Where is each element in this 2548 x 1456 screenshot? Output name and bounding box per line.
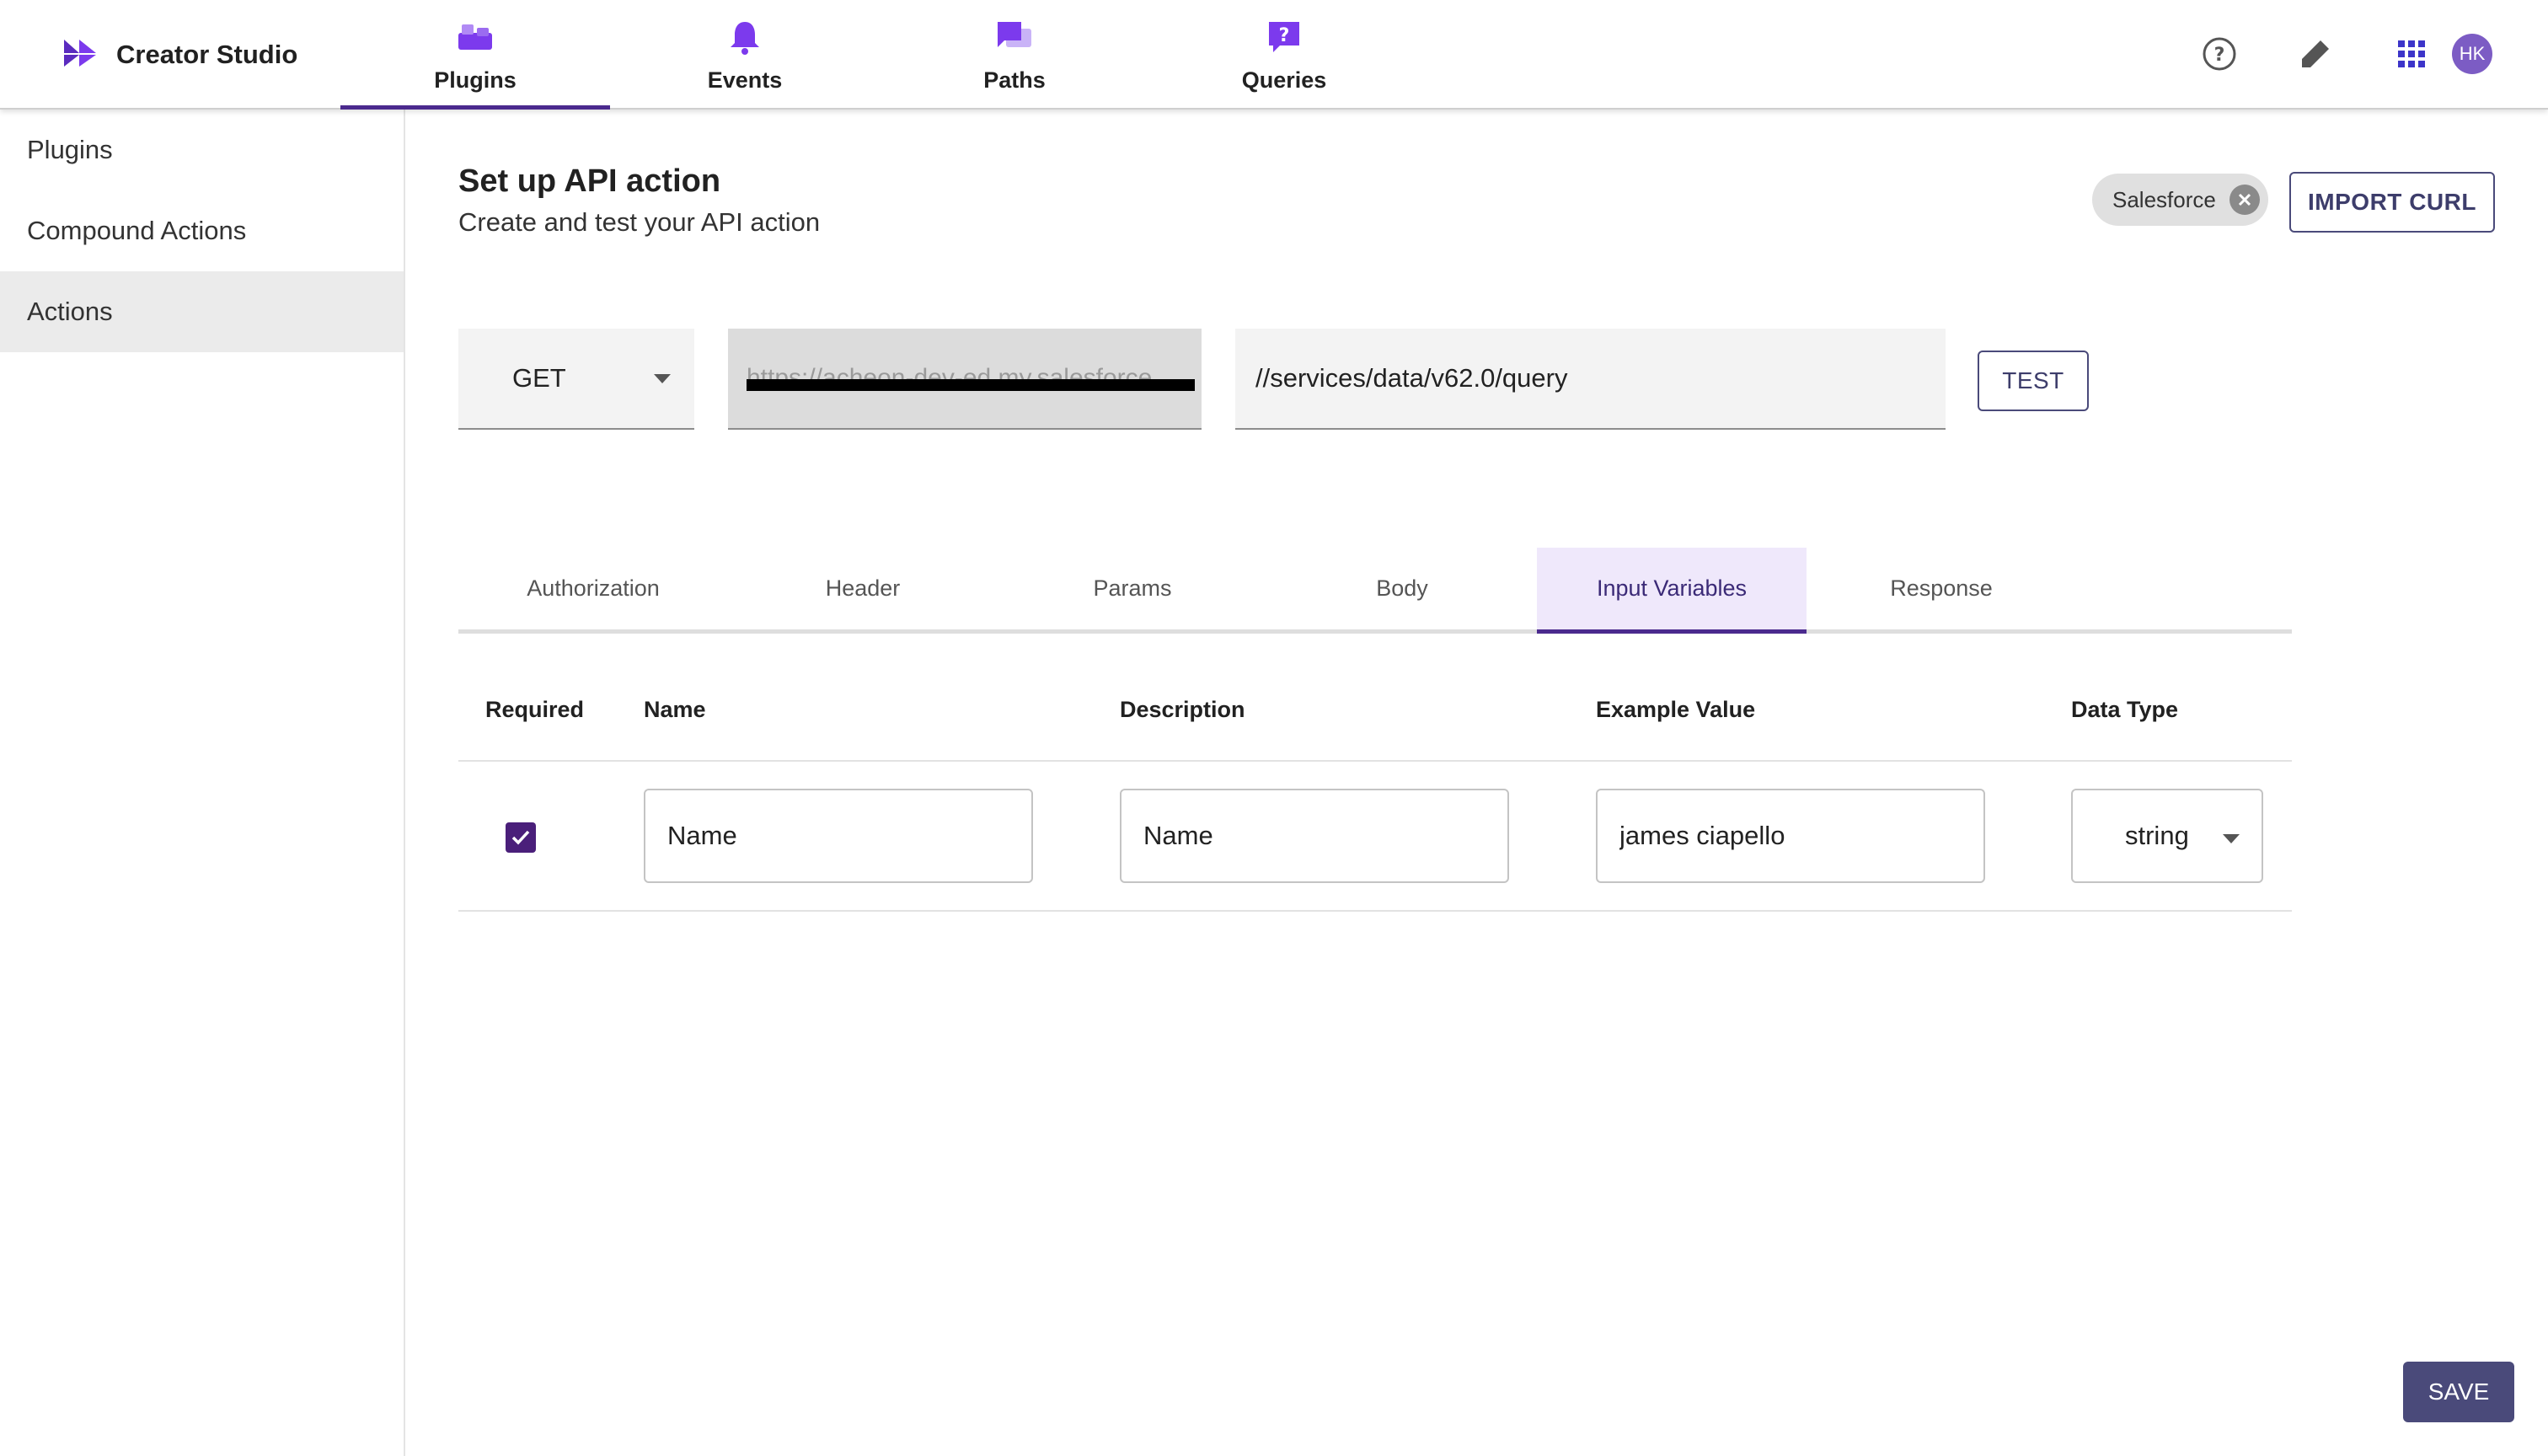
nav-tab-label: Plugins xyxy=(434,67,517,93)
required-checkbox[interactable] xyxy=(506,822,536,853)
import-curl-button[interactable]: IMPORT CURL xyxy=(2289,172,2495,233)
svg-text:?: ? xyxy=(1279,25,1290,46)
close-icon[interactable] xyxy=(2229,185,2260,215)
tab-input-variables[interactable]: Input Variables xyxy=(1537,548,1807,634)
avatar-initials: HK xyxy=(2452,34,2492,74)
connector-chip[interactable]: Salesforce xyxy=(2092,174,2268,226)
main-content: Set up API action Create and test your A… xyxy=(407,110,2548,1456)
method-value: GET xyxy=(512,363,566,393)
chat-bubbles-icon xyxy=(993,15,1036,59)
top-right-actions: ? HK xyxy=(2194,29,2497,79)
column-header-data-type: Data Type xyxy=(2071,696,2179,722)
edit-pencil-icon[interactable] xyxy=(2290,29,2341,79)
tab-body[interactable]: Body xyxy=(1267,548,1537,629)
apps-grid-icon[interactable] xyxy=(2386,29,2437,79)
connector-chip-label: Salesforce xyxy=(2112,186,2216,212)
column-header-example-value: Example Value xyxy=(1596,696,1756,722)
check-icon xyxy=(511,830,530,845)
redaction-bar xyxy=(747,379,1195,391)
example-value-input[interactable] xyxy=(1596,789,1985,883)
page-title: Set up API action xyxy=(458,163,721,199)
sidebar: Plugins Compound Actions Actions xyxy=(0,110,405,1456)
top-bar: Creator Studio Plugins Events Paths ? Qu… xyxy=(0,0,2548,110)
question-bubble-icon: ? xyxy=(1262,15,1306,59)
path-value: //services/data/v62.0/query xyxy=(1255,363,1568,393)
table-row: string xyxy=(458,762,2292,912)
nav-tab-paths[interactable]: Paths xyxy=(880,0,1149,110)
creator-studio-logo-icon xyxy=(62,38,99,72)
column-header-required: Required xyxy=(485,696,585,722)
nav-tab-label: Paths xyxy=(983,67,1046,93)
chevron-down-icon xyxy=(654,374,671,383)
request-tabs: Authorization Header Params Body Input V… xyxy=(458,548,2292,634)
save-button[interactable]: SAVE xyxy=(2403,1362,2514,1422)
column-header-description: Description xyxy=(1120,696,1245,722)
nav-tab-plugins[interactable]: Plugins xyxy=(340,0,610,110)
path-field[interactable]: //services/data/v62.0/query xyxy=(1235,329,1946,430)
bell-icon xyxy=(723,15,767,59)
column-header-name: Name xyxy=(644,696,706,722)
app-title: Creator Studio xyxy=(116,40,298,69)
variable-description-input[interactable] xyxy=(1120,789,1509,883)
tab-header[interactable]: Header xyxy=(728,548,998,629)
data-type-select[interactable]: string xyxy=(2071,789,2263,883)
sidebar-item-compound-actions[interactable]: Compound Actions xyxy=(0,190,404,271)
svg-text:?: ? xyxy=(2214,45,2225,66)
sidebar-item-plugins[interactable]: Plugins xyxy=(0,110,404,190)
table-header: Required Name Description Example Value … xyxy=(458,657,2292,762)
nav-tab-label: Queries xyxy=(1241,67,1327,93)
chevron-down-icon xyxy=(2223,834,2240,843)
user-avatar[interactable]: HK xyxy=(2447,29,2497,79)
base-url-field[interactable]: https://acheon-dev-ed.my.salesforce xyxy=(728,329,1202,430)
tab-response[interactable]: Response xyxy=(1807,548,2076,629)
tab-params[interactable]: Params xyxy=(998,548,1267,629)
page-subtitle: Create and test your API action xyxy=(458,207,821,237)
variable-name-input[interactable] xyxy=(644,789,1033,883)
nav-tab-queries[interactable]: ? Queries xyxy=(1149,0,1419,110)
test-button[interactable]: TEST xyxy=(1978,351,2089,411)
brand[interactable]: Creator Studio xyxy=(62,34,297,76)
tab-authorization[interactable]: Authorization xyxy=(458,548,728,629)
help-icon[interactable]: ? xyxy=(2194,29,2245,79)
plugins-icon xyxy=(453,15,497,59)
data-type-value: string xyxy=(2125,821,2189,850)
method-select[interactable]: GET xyxy=(458,329,694,430)
nav-tab-label: Events xyxy=(707,67,783,93)
nav-tab-events[interactable]: Events xyxy=(610,0,880,110)
sidebar-item-actions[interactable]: Actions xyxy=(0,271,404,352)
